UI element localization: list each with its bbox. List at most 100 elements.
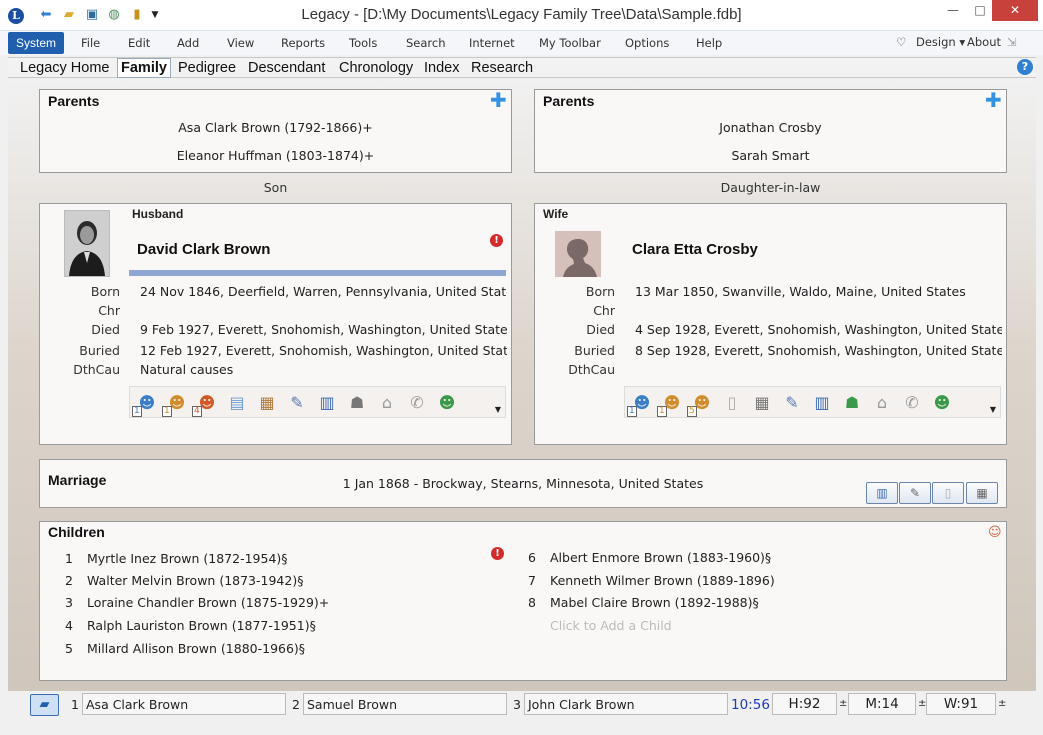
child-number: 3 xyxy=(65,595,73,610)
marriage-events-button[interactable]: ▯ xyxy=(932,482,964,504)
child-row[interactable]: 1 Myrtle Inez Brown (1872-1954)§ xyxy=(53,551,288,566)
associations-icon[interactable]: ☗ xyxy=(346,392,368,414)
child-row[interactable]: 5 Millard Allison Brown (1880-1966)§ xyxy=(53,641,305,656)
spouses-icon[interactable]: ☻ 4 xyxy=(192,392,218,417)
tab-pedigree[interactable]: Pedigree xyxy=(175,59,239,78)
help-icon[interactable]: ? xyxy=(1017,59,1033,75)
system-menu-button[interactable]: System xyxy=(8,32,64,54)
add-parents-icon[interactable]: ✚ xyxy=(490,90,507,110)
notes-icon[interactable]: ▤ xyxy=(226,392,248,414)
born-label: Born xyxy=(90,284,120,299)
tab-family[interactable]: Family xyxy=(117,58,171,78)
menu-my-toolbar[interactable]: My Toolbar xyxy=(539,36,601,50)
child-number: 6 xyxy=(528,550,536,565)
marriage-sources-button[interactable]: ▥ xyxy=(866,482,898,504)
child-row[interactable]: 3 Loraine Chandler Brown (1875-1929)+ xyxy=(53,595,329,610)
lds-icon[interactable]: ✆ xyxy=(901,392,923,414)
menu-internet[interactable]: Internet xyxy=(469,36,515,50)
bookmark-3-field[interactable]: John Clark Brown xyxy=(524,693,728,715)
picture-icon[interactable]: ▦ xyxy=(256,392,278,414)
design-menu[interactable]: Design ▾ xyxy=(916,35,965,49)
w-adjust-icon[interactable]: ± xyxy=(998,698,1006,709)
marriage-notes-button[interactable]: ✎ xyxy=(899,482,931,504)
more-tools-icon[interactable]: ▼ xyxy=(990,405,996,414)
menu-options[interactable]: Options xyxy=(625,36,669,50)
pin-icon[interactable]: ⇲ xyxy=(1007,35,1017,49)
research-icon[interactable]: ☻ xyxy=(931,392,953,414)
menu-reports[interactable]: Reports xyxy=(281,36,325,50)
associations-icon[interactable]: ☗ xyxy=(841,392,863,414)
sources-icon[interactable]: ▥ xyxy=(811,392,833,414)
tab-descendant[interactable]: Descendant xyxy=(245,59,328,78)
child-row[interactable]: 4 Ralph Lauriston Brown (1877-1951)§ xyxy=(53,618,316,633)
parents-icon[interactable]: ☻ 1 xyxy=(657,392,683,417)
menu-file[interactable]: File xyxy=(81,36,100,50)
portrait-man-icon xyxy=(65,211,109,276)
wife-mother[interactable]: Sarah Smart xyxy=(535,148,1006,163)
address-icon[interactable]: ⌂ xyxy=(376,392,398,414)
edit-note-icon[interactable]: ✎ xyxy=(286,392,308,414)
husband-mother[interactable]: Eleanor Huffman (1803-1874)+ xyxy=(40,148,511,163)
menu-edit[interactable]: Edit xyxy=(128,36,150,50)
spouses-icon[interactable]: ☻ 5 xyxy=(687,392,713,417)
parents-icon[interactable]: ☻ 1 xyxy=(162,392,188,417)
child-row[interactable]: 8 Mabel Claire Brown (1892-1988)§ xyxy=(516,595,759,610)
parents-count: 1 xyxy=(162,406,172,417)
wife-name[interactable]: Clara Etta Crosby xyxy=(632,241,758,258)
sources-icon[interactable]: ▥ xyxy=(316,392,338,414)
husband-name[interactable]: David Clark Brown xyxy=(137,241,270,258)
picture-icon[interactable]: ▦ xyxy=(751,392,773,414)
child-row[interactable]: 7 Kenneth Wilmer Brown (1889-1896) xyxy=(516,573,775,588)
wife-panel[interactable]: Wife Clara Etta Crosby Born 13 Mar 1850,… xyxy=(534,203,1007,445)
bookmark-1-field[interactable]: Asa Clark Brown xyxy=(82,693,286,715)
tab-index[interactable]: Index xyxy=(421,59,462,78)
menu-view[interactable]: View xyxy=(227,36,254,50)
died-value[interactable]: 4 Sep 1928, Everett, Snohomish, Washingt… xyxy=(635,322,1002,337)
maximize-button[interactable]: □ xyxy=(966,0,994,21)
menu-search[interactable]: Search xyxy=(406,36,446,50)
tab-legacy-home[interactable]: Legacy Home xyxy=(17,59,112,78)
individual-icon[interactable]: ☻ 1 xyxy=(132,392,158,417)
menu-add[interactable]: Add xyxy=(177,36,199,50)
buried-value[interactable]: 8 Sep 1928, Everett, Snohomish, Washingt… xyxy=(635,343,1002,358)
marriage-panel[interactable]: Marriage 1 Jan 1868 - Brockway, Stearns,… xyxy=(39,459,1007,508)
research-icon[interactable]: ☻ xyxy=(436,392,458,414)
born-value[interactable]: 24 Nov 1846, Deerfield, Warren, Pennsylv… xyxy=(140,284,507,299)
buried-value[interactable]: 12 Feb 1927, Everett, Snohomish, Washing… xyxy=(140,343,507,358)
wife-father[interactable]: Jonathan Crosby xyxy=(535,120,1006,135)
add-parents-icon[interactable]: ✚ xyxy=(985,90,1002,110)
husband-panel[interactable]: Husband David Clark Brown ! Born 24 Nov … xyxy=(39,203,512,445)
wife-photo[interactable] xyxy=(555,231,601,277)
tab-chronology[interactable]: Chronology xyxy=(336,59,416,78)
menu-help[interactable]: Help xyxy=(696,36,722,50)
add-child-link[interactable]: Click to Add a Child xyxy=(550,618,672,633)
husband-photo[interactable] xyxy=(64,210,110,277)
tab-research[interactable]: Research xyxy=(468,59,536,78)
child-row[interactable]: 2 Walter Melvin Brown (1873-1942)§ xyxy=(53,573,303,588)
h-adjust-icon[interactable]: ± xyxy=(839,698,847,709)
lds-icon[interactable]: ✆ xyxy=(406,392,428,414)
died-label: Died xyxy=(91,322,120,337)
death-cause-value[interactable]: Natural causes xyxy=(140,362,507,377)
edit-note-icon[interactable]: ✎ xyxy=(781,392,803,414)
close-button[interactable]: ✕ xyxy=(992,0,1038,21)
child-row[interactable]: 6 Albert Enmore Brown (1883-1960)§ xyxy=(516,550,771,565)
bookmark-2-field[interactable]: Samuel Brown xyxy=(303,693,507,715)
individual-icon[interactable]: ☻ 1 xyxy=(627,392,653,417)
about-menu[interactable]: About xyxy=(967,35,1001,49)
child-error-icon[interactable]: ! xyxy=(491,547,504,560)
menu-tools[interactable]: Tools xyxy=(349,36,377,50)
born-value[interactable]: 13 Mar 1850, Swanville, Waldo, Maine, Un… xyxy=(635,284,1002,299)
child-order-icon[interactable]: ☺ xyxy=(988,525,1002,540)
notes-icon[interactable]: ▯ xyxy=(721,392,743,414)
error-alert-icon[interactable]: ! xyxy=(490,234,503,247)
more-tools-icon[interactable]: ▼ xyxy=(495,405,501,414)
husband-father[interactable]: Asa Clark Brown (1792-1866)+ xyxy=(40,120,511,135)
died-value[interactable]: 9 Feb 1927, Everett, Snohomish, Washingt… xyxy=(140,322,507,337)
bookmark-book-icon[interactable]: ▰ xyxy=(30,694,59,716)
minimize-button[interactable]: — xyxy=(939,0,967,21)
marriage-details[interactable]: 1 Jan 1868 - Brockway, Stearns, Minnesot… xyxy=(40,476,1006,491)
marriage-pictures-button[interactable]: ▦ xyxy=(966,482,998,504)
heart-icon[interactable]: ♡ xyxy=(896,35,906,49)
address-icon[interactable]: ⌂ xyxy=(871,392,893,414)
